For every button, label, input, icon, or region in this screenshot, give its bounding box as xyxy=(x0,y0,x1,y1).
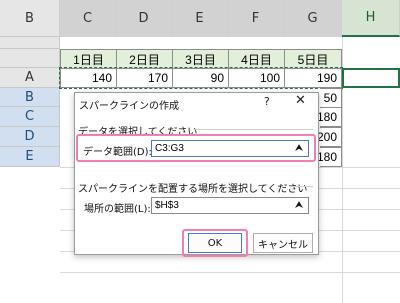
column-header-c[interactable]: C xyxy=(60,0,116,37)
header-label: 4日目 xyxy=(241,52,272,67)
selected-cell-h3[interactable] xyxy=(342,68,400,88)
row-label: D xyxy=(24,129,35,144)
cancel-button[interactable]: キャンセル xyxy=(253,233,313,253)
cell-value: 180 xyxy=(316,110,337,124)
column-label: E xyxy=(195,11,204,26)
table-cell[interactable]: 180 xyxy=(316,107,342,127)
location-section-label: スパークラインを配置する場所を選択してください xyxy=(78,184,308,195)
column-label: C xyxy=(82,11,93,26)
location-range-label: 場所の範囲(L): xyxy=(84,204,151,215)
table-header-cell[interactable]: 1日目 xyxy=(60,49,117,69)
divider xyxy=(293,186,313,187)
row-header-header-row[interactable] xyxy=(0,49,60,68)
ok-button[interactable]: OK xyxy=(188,233,242,253)
column-header-b[interactable]: B xyxy=(0,0,60,37)
column-header-h[interactable]: H xyxy=(342,0,400,37)
row-header-c[interactable]: C xyxy=(0,107,60,127)
table-header-cell[interactable]: 5日目 xyxy=(284,49,342,69)
column-label: H xyxy=(365,10,376,25)
table-cell[interactable]: 200 xyxy=(316,127,342,147)
cell-value: 200 xyxy=(316,130,337,144)
row-header-d[interactable]: D xyxy=(0,127,60,147)
row-header-a[interactable]: A xyxy=(0,68,60,88)
collapse-dialog-icon[interactable]: ⮝ xyxy=(291,198,307,213)
header-label: 3日目 xyxy=(185,52,216,67)
column-label: F xyxy=(251,11,260,26)
location-range-input[interactable]: $H$3 xyxy=(151,197,309,214)
divider xyxy=(193,129,313,130)
header-label: 5日目 xyxy=(297,52,329,67)
row-label: C xyxy=(24,109,35,124)
row-header-empty[interactable] xyxy=(0,37,60,49)
data-range-input[interactable]: C3:G3 xyxy=(151,140,309,157)
column-header-f[interactable]: F xyxy=(228,0,284,37)
table-header-cell[interactable]: 4日目 xyxy=(228,49,285,69)
table-header-cell[interactable]: 3日目 xyxy=(172,49,229,69)
create-sparklines-dialog: スパークラインの作成 ? ✕ データを選択してください データ範囲(D): C3… xyxy=(74,92,319,257)
close-button[interactable]: ✕ xyxy=(295,93,306,108)
column-label: B xyxy=(25,11,34,26)
table-cell[interactable]: 180 xyxy=(316,147,342,167)
collapse-dialog-icon[interactable]: ⮝ xyxy=(291,141,307,156)
row-header-e[interactable]: E xyxy=(0,147,60,167)
table-header-cell[interactable]: 2日目 xyxy=(116,49,173,69)
location-range-value: $H$3 xyxy=(155,200,179,211)
dialog-title: スパークラインの作成 xyxy=(79,101,179,112)
data-range-value: C3:G3 xyxy=(155,143,184,154)
header-label: 2日目 xyxy=(129,52,160,67)
cell-value: 180 xyxy=(316,150,337,164)
row-label: A xyxy=(25,70,34,85)
column-label: G xyxy=(307,11,318,26)
help-button[interactable]: ? xyxy=(264,95,270,108)
header-label: 1日目 xyxy=(73,52,104,67)
data-range-label: データ範囲(D): xyxy=(83,147,152,158)
table-cell[interactable]: 50 xyxy=(320,88,342,108)
row-header-b[interactable]: B xyxy=(0,88,60,107)
column-header-e[interactable]: E xyxy=(172,0,228,37)
copy-marquee xyxy=(59,67,343,89)
row-label: B xyxy=(25,89,34,105)
gridline xyxy=(60,272,400,273)
cell-value: 50 xyxy=(323,91,337,105)
row-label: E xyxy=(25,149,34,164)
column-header-d[interactable]: D xyxy=(116,0,172,37)
column-header-g[interactable]: G xyxy=(284,0,342,37)
column-label: D xyxy=(138,11,149,26)
